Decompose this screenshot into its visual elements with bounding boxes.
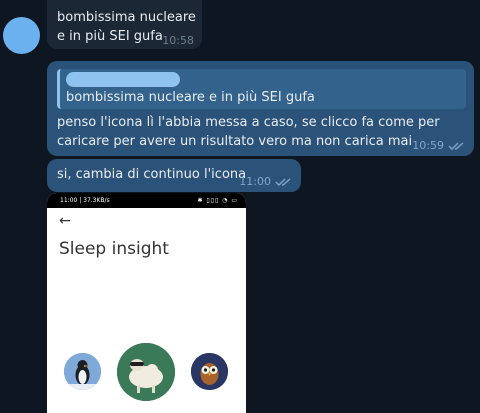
owl-icon — [191, 353, 228, 390]
penguin-icon — [64, 353, 101, 390]
screen-title: Sleep insight — [59, 239, 169, 259]
back-arrow-icon: ← — [59, 213, 71, 229]
message-meta: 11:00 — [239, 175, 293, 188]
sheep-icon — [117, 343, 175, 401]
status-icons: ✱ ▯▯▯ ◔ ▭ — [197, 197, 238, 204]
quoted-sender-name — [66, 72, 180, 87]
image-message-screenshot[interactable]: 11:00 | 37.3KB/s ✱ ▯▯▯ ◔ ▭ ← Sleep insig… — [47, 193, 246, 413]
outgoing-message-bubble[interactable]: si, cambia di continuo l'icona 11:00 — [47, 159, 301, 192]
message-time: 11:00 — [239, 175, 271, 188]
message-text: si, cambia di continuo l'icona — [57, 167, 247, 182]
incoming-message-bubble[interactable]: bombissima nucleare e in più SEI gufa 10… — [47, 0, 202, 49]
message-time: 10:59 — [412, 139, 444, 152]
status-time: 11:00 | 37.3KB/s — [60, 197, 110, 204]
double-check-icon — [448, 141, 464, 150]
message-time: 10:58 — [162, 34, 194, 47]
quoted-text: bombissima nucleare e in più SEI gufa — [66, 90, 315, 105]
double-check-icon — [275, 177, 291, 186]
avatar[interactable] — [3, 17, 40, 54]
message-text: penso l'icona lì l'abbia messa a caso, s… — [57, 115, 440, 149]
phone-status-bar: 11:00 | 37.3KB/s ✱ ▯▯▯ ◔ ▭ — [47, 193, 246, 208]
outgoing-message-bubble[interactable]: bombissima nucleare e in più SEI gufa pe… — [47, 61, 474, 156]
message-meta: 10:59 — [412, 139, 466, 152]
reply-quote[interactable]: bombissima nucleare e in più SEI gufa — [57, 69, 466, 109]
